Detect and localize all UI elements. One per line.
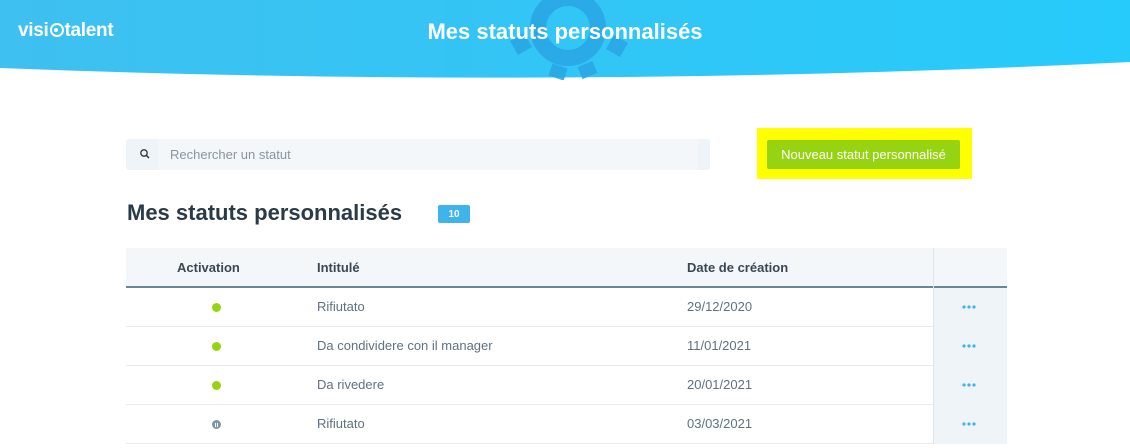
search-bar [126,139,710,170]
column-header-activation[interactable]: Activation [177,260,240,275]
new-status-button[interactable]: Nouveau statut personnalisé [767,140,960,169]
search-icon [140,149,150,159]
status-label: Da condividere con il manager [317,338,493,353]
table-row[interactable]: Rifiutato 03/03/2021 [126,405,1007,444]
more-options-icon[interactable] [962,305,978,309]
column-header-intitule[interactable]: Intitulé [317,260,360,275]
count-badge: 10 [438,205,470,223]
status-paused-icon[interactable] [212,420,221,429]
status-label: Da rivedere [317,377,385,392]
status-active-icon[interactable] [212,342,221,351]
creation-date: 03/03/2021 [687,416,753,431]
app-header: visi talent Mes statuts personnalisés [0,0,1130,80]
creation-date: 29/12/2020 [687,299,753,314]
status-table: Activation Intitulé Date de création Rif… [126,248,1007,444]
more-options-icon[interactable] [962,383,978,387]
row-actions [933,405,1007,444]
table-row[interactable]: Da condividere con il manager 11/01/2021 [126,327,1007,366]
page-title: Mes statuts personnalisés [427,19,703,44]
status-active-icon[interactable] [212,303,221,312]
creation-date: 20/01/2021 [687,377,753,392]
status-active-icon[interactable] [212,381,221,390]
creation-date: 11/01/2021 [687,338,752,353]
row-actions [933,327,1007,366]
section-title: Mes statuts personnalisés [127,200,403,225]
status-label: Rifiutato [317,299,365,314]
more-options-icon[interactable] [962,344,978,348]
row-actions [933,288,1007,327]
status-label: Rifiutato [317,416,365,431]
search-input[interactable] [158,139,698,170]
table-row[interactable]: Da rivedere 20/01/2021 [126,366,1007,405]
column-header-date[interactable]: Date de création [687,260,788,275]
row-actions [933,366,1007,405]
column-header-actions [933,248,1007,288]
table-row[interactable]: Rifiutato 29/12/2020 [126,288,1007,327]
more-options-icon[interactable] [962,422,978,426]
table-header: Activation Intitulé Date de création [126,248,1007,288]
